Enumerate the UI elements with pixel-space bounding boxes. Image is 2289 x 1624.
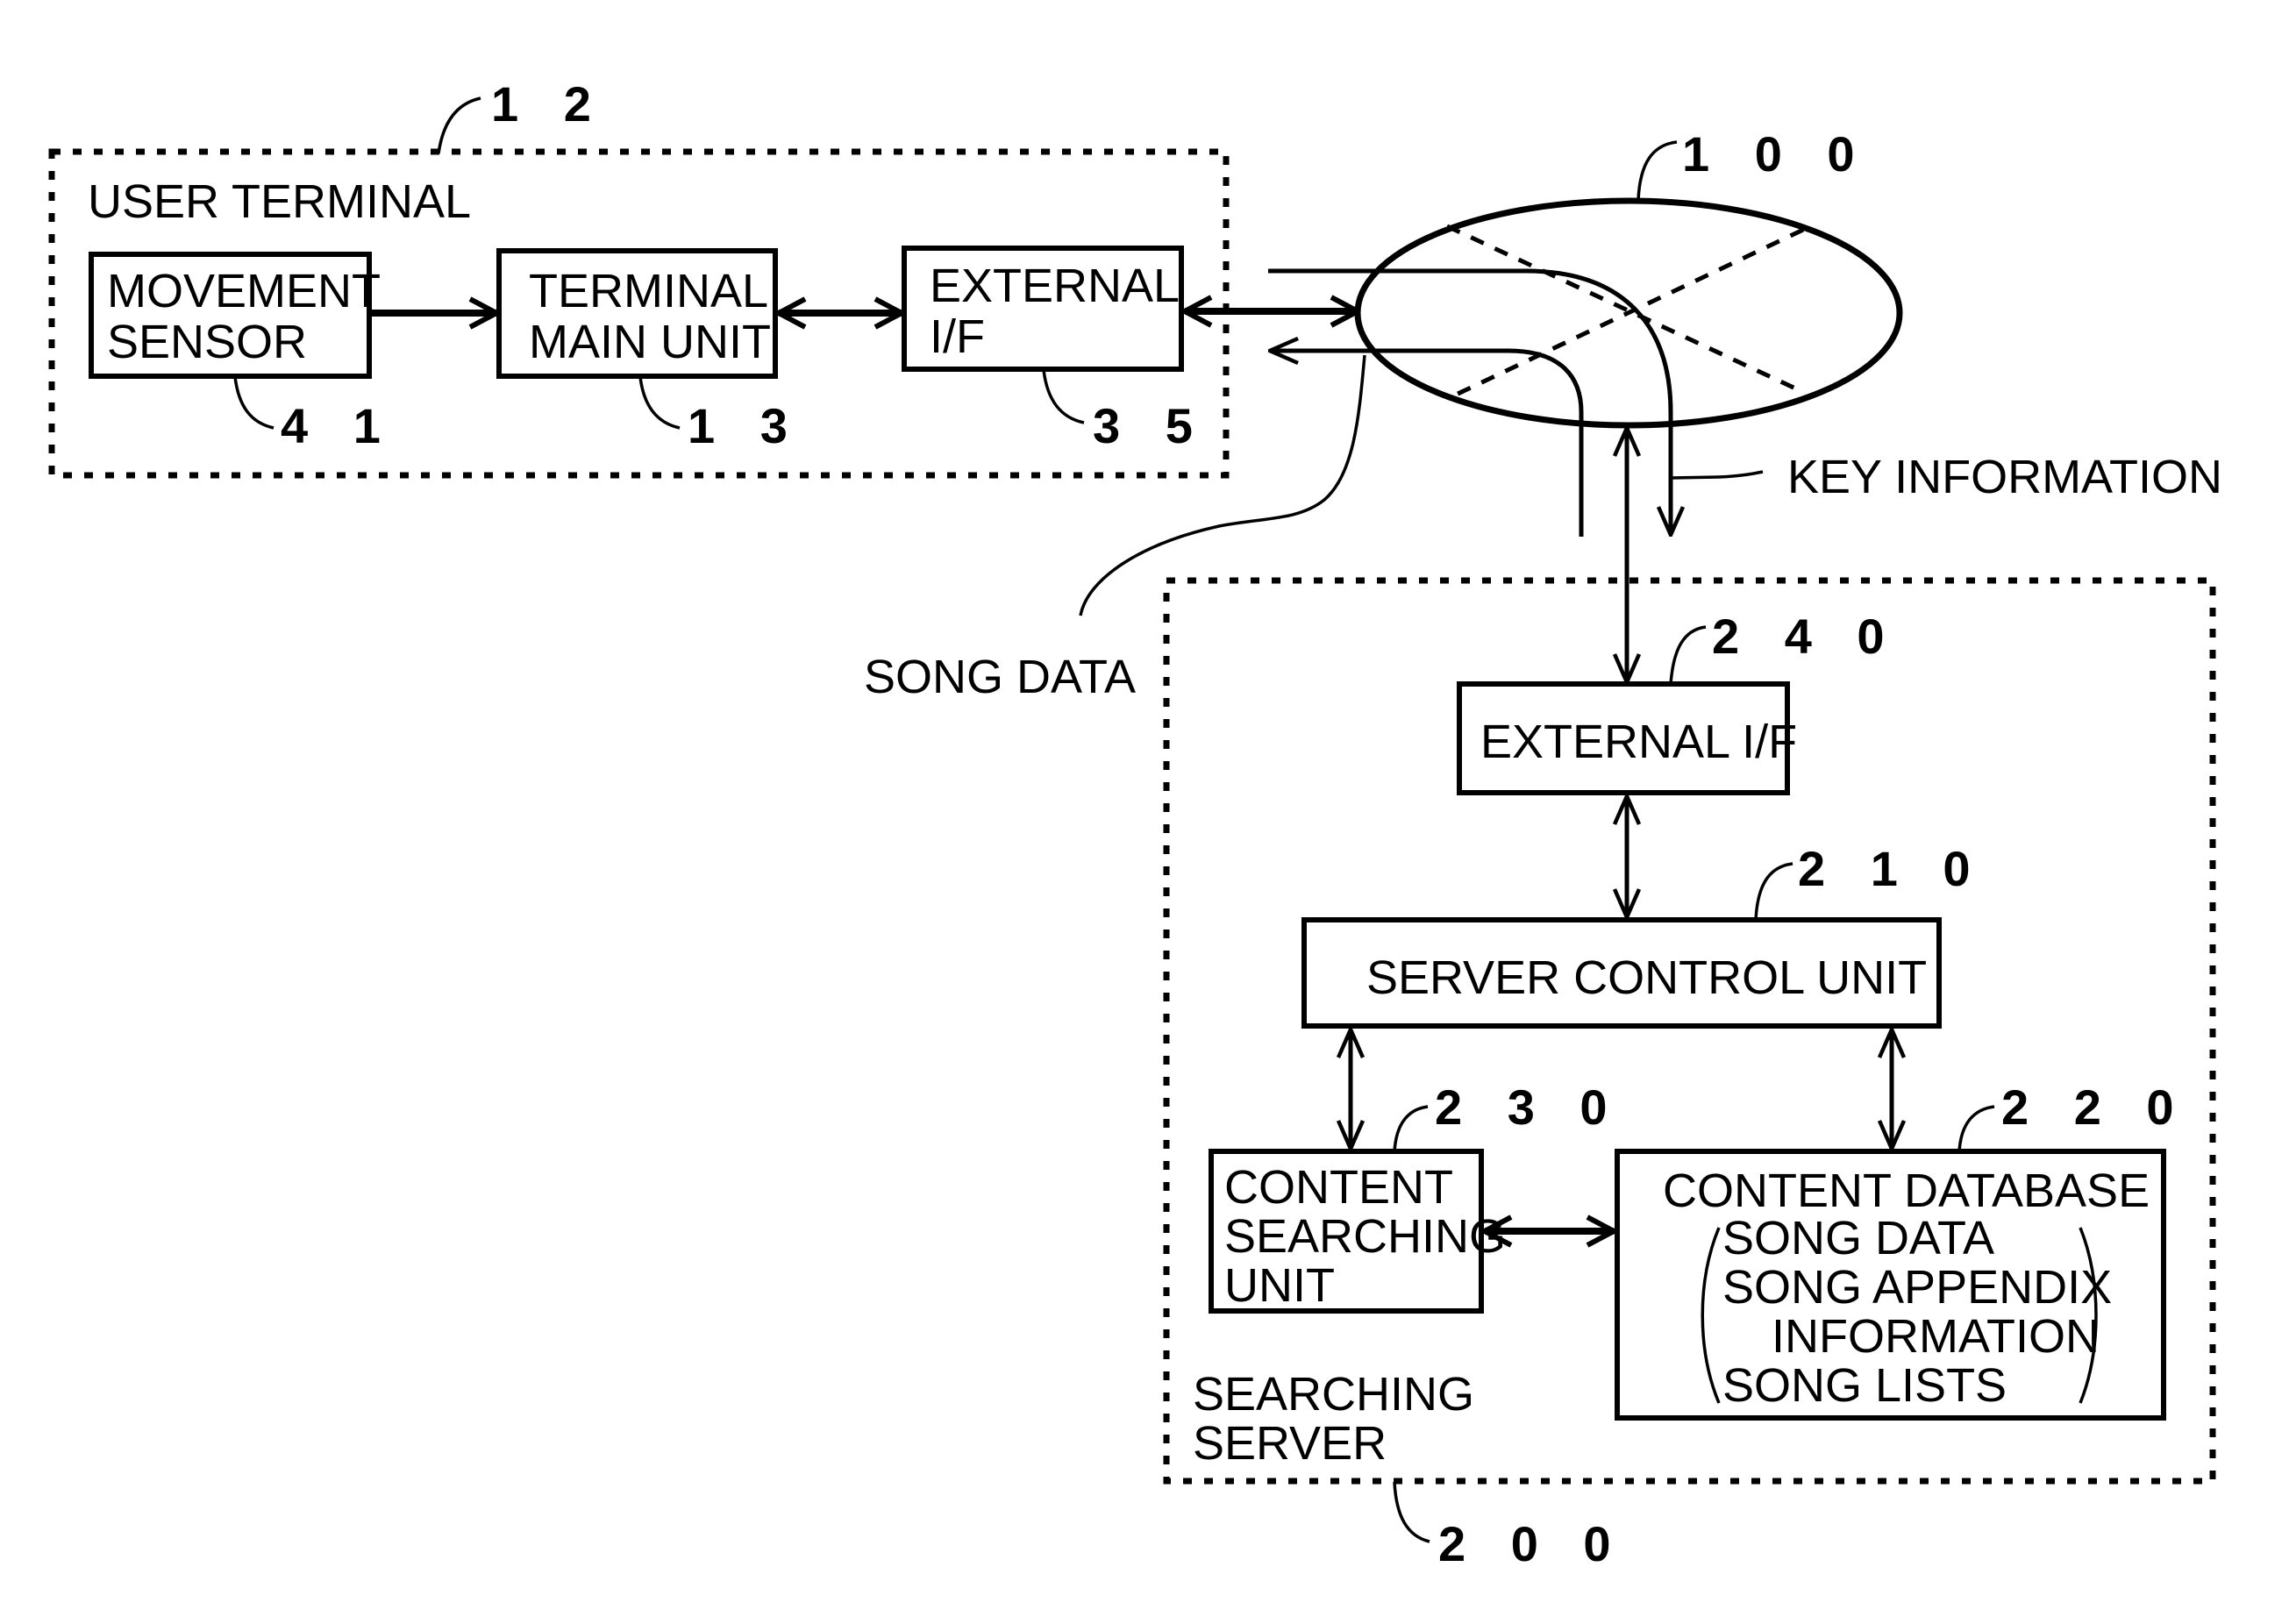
terminal-main-unit-ref-leader — [638, 376, 681, 430]
content-searching-unit-ref-leader — [1393, 1105, 1429, 1152]
content-database-item-song-appendix: SONG APPENDIX — [1722, 1261, 2112, 1314]
song-data-label: SONG DATA — [864, 651, 1136, 703]
terminal-main-unit-block: TERMINAL MAIN UNIT 1 3 — [496, 248, 803, 453]
content-database-block: CONTENT DATABASE SONG DATA SONG APPENDIX… — [1615, 1079, 2190, 1421]
server-control-unit-label: SERVER CONTROL UNIT — [1366, 951, 1927, 1004]
searching-server-group: SEARCHING SERVER 2 0 0 EXTERNAL I/F 2 4 … — [1163, 577, 2216, 1571]
content-database-item-information: INFORMATION — [1772, 1310, 2100, 1363]
content-database-item-song-data: SONG DATA — [1722, 1212, 1994, 1264]
server-control-unit-ref: 2 1 0 — [1798, 841, 1986, 896]
content-database-ref-leader — [1957, 1105, 1995, 1152]
terminal-external-if-ref-leader — [1042, 369, 1085, 424]
content-database-ref: 2 2 0 — [2001, 1079, 2190, 1135]
content-searching-unit-label-line3: UNIT — [1224, 1259, 1335, 1312]
content-database-item-song-lists: SONG LISTS — [1722, 1359, 2007, 1412]
searching-server-ref: 2 0 0 — [1438, 1516, 1627, 1571]
terminal-external-if-label-line1: EXTERNAL — [930, 260, 1180, 312]
key-information-leader — [1671, 470, 1764, 480]
content-searching-unit-label-line2: SEARCHING — [1224, 1210, 1506, 1263]
terminal-main-unit-label-line2: MAIN UNIT — [529, 316, 771, 368]
system-diagram: USER TERMINAL 1 2 MOVEMENT SENSOR 4 1 TE… — [48, 76, 2222, 1571]
server-external-if-block: EXTERNAL I/F 2 4 0 — [1457, 609, 1900, 795]
user-terminal-title: USER TERMINAL — [88, 175, 471, 228]
movement-sensor-block: MOVEMENT SENSOR 4 1 — [89, 252, 396, 453]
network-ref-leader — [1637, 140, 1678, 201]
searching-server-ref-leader — [1393, 1481, 1430, 1543]
movement-sensor-label-line2: SENSOR — [107, 316, 307, 368]
content-database-title: CONTENT DATABASE — [1663, 1165, 2150, 1217]
song-data-path — [1270, 351, 1584, 537]
key-information-label: KEY INFORMATION — [1787, 451, 2222, 503]
content-searching-unit-ref: 2 3 0 — [1435, 1079, 1623, 1135]
user-terminal-group: USER TERMINAL 1 2 MOVEMENT SENSOR 4 1 TE… — [48, 76, 1230, 479]
network-ref: 1 0 0 — [1682, 126, 1871, 182]
searching-server-title-line1: SEARCHING — [1193, 1368, 1474, 1421]
content-searching-unit-block: CONTENT SEARCHING UNIT 2 3 0 — [1209, 1079, 1623, 1314]
user-terminal-ref: 1 2 — [491, 76, 607, 132]
network-dashed-diagonal-1 — [1445, 224, 1807, 395]
terminal-main-unit-ref: 1 3 — [688, 398, 803, 453]
server-external-if-label: EXTERNAL I/F — [1480, 716, 1797, 768]
terminal-external-if-label-line1b: I/F — [930, 310, 985, 363]
server-control-unit-ref-leader — [1754, 862, 1793, 921]
movement-sensor-label-line1: MOVEMENT — [107, 265, 381, 317]
movement-sensor-ref-leader — [233, 376, 275, 430]
song-data-leader — [1079, 354, 1366, 616]
terminal-external-if-ref: 3 5 — [1093, 398, 1209, 453]
searching-server-title-line2: SERVER — [1193, 1417, 1387, 1470]
terminal-external-if-block: EXTERNAL I/F 3 5 — [902, 246, 1209, 453]
movement-sensor-ref: 4 1 — [281, 398, 396, 453]
server-control-unit-block: SERVER CONTROL UNIT 2 1 0 — [1301, 841, 1986, 1029]
user-terminal-ref-leader — [437, 96, 481, 154]
server-external-if-ref: 2 4 0 — [1712, 609, 1900, 664]
server-external-if-ref-leader — [1669, 625, 1707, 685]
content-searching-unit-label-line1: CONTENT — [1224, 1161, 1453, 1214]
terminal-main-unit-label-line1: TERMINAL — [529, 265, 768, 317]
